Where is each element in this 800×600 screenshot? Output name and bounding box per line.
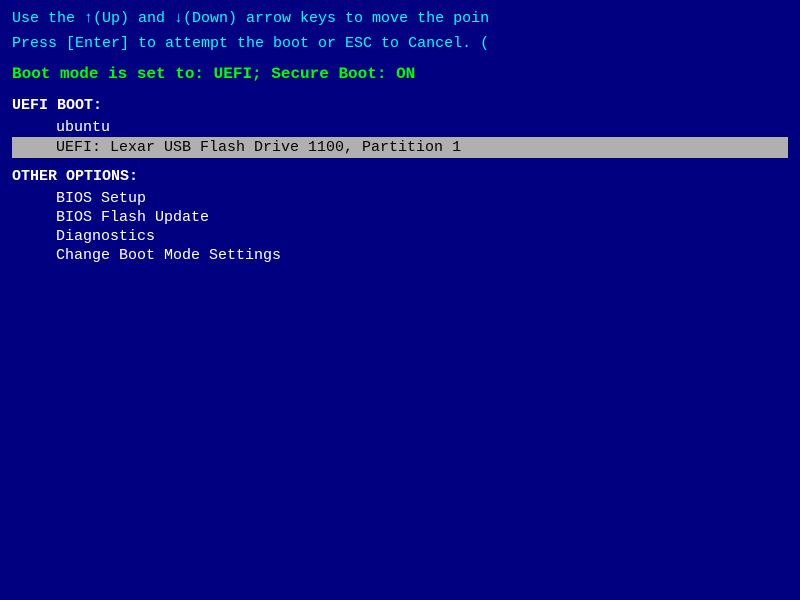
other-options-section: OTHER OPTIONS: BIOS Setup BIOS Flash Upd… — [12, 168, 788, 265]
boot-status: Boot mode is set to: UEFI; Secure Boot: … — [12, 65, 788, 83]
other-options-item-bios-setup[interactable]: BIOS Setup — [12, 189, 788, 208]
other-options-item-diagnostics[interactable]: Diagnostics — [12, 227, 788, 246]
other-options-header: OTHER OPTIONS: — [12, 168, 788, 185]
uefi-boot-section: UEFI BOOT: ubuntu UEFI: Lexar USB Flash … — [12, 97, 788, 158]
other-options-item-bios-flash[interactable]: BIOS Flash Update — [12, 208, 788, 227]
instruction-line-1: Use the ↑(Up) and ↓(Down) arrow keys to … — [12, 8, 788, 31]
other-options-item-change-boot[interactable]: Change Boot Mode Settings — [12, 246, 788, 265]
instruction-line-2: Press [Enter] to attempt the boot or ESC… — [12, 33, 788, 56]
uefi-boot-item-ubuntu[interactable]: ubuntu — [12, 118, 788, 137]
uefi-boot-header: UEFI BOOT: — [12, 97, 788, 114]
uefi-boot-item-lexar[interactable]: UEFI: Lexar USB Flash Drive 1100, Partit… — [12, 137, 788, 158]
